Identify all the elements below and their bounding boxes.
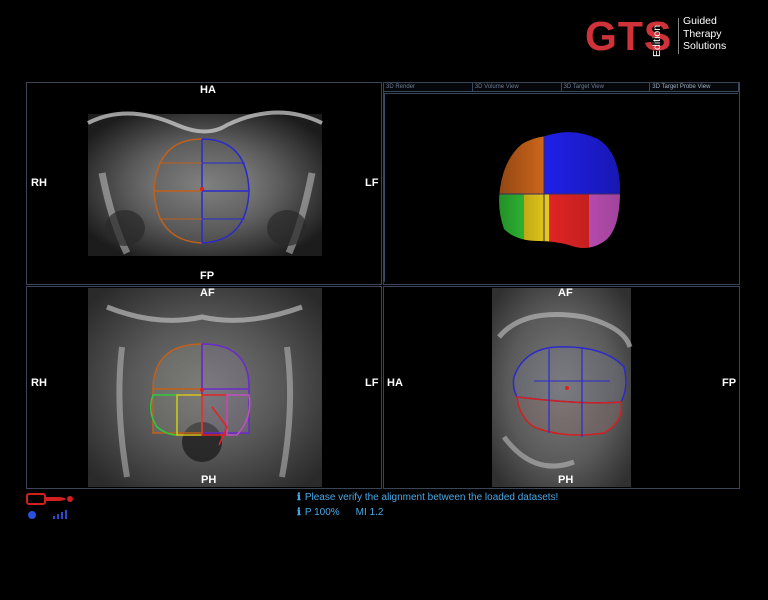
orientation-top: AF — [200, 287, 215, 299]
alignment-message-text: Please verify the alignment between the … — [304, 492, 559, 503]
sagittal-mri-image — [492, 288, 633, 487]
logo-line-3: Solutions — [683, 40, 727, 52]
orientation-bottom: PH — [201, 474, 217, 486]
orientation-right: LF — [365, 377, 379, 389]
power-value: P 100% — [304, 507, 340, 518]
logo-edition: Edition — [651, 24, 663, 57]
axial-mri-image — [88, 288, 322, 487]
status-bar: ℹ Please verify the alignment between the… — [26, 488, 738, 528]
render-3d-panel[interactable]: 3D Render 3D Volume View 3D Target View … — [383, 82, 740, 285]
logo-divider — [678, 18, 679, 54]
orientation-left: RH — [31, 377, 47, 389]
logo-subtitle: Guided Therapy Solutions — [683, 15, 726, 53]
mechanical-index-value: MI 1.2 — [355, 507, 384, 518]
info-icon: ℹ — [297, 507, 301, 518]
info-icon: ℹ — [297, 492, 301, 503]
status-indicator-icon — [28, 511, 36, 519]
sagittal-view-panel[interactable]: AF PH HA FP — [383, 286, 740, 489]
gts-logo: GTS Edition Guided Therapy Solutions — [585, 14, 755, 58]
alignment-message: ℹ Please verify the alignment between the… — [297, 492, 558, 503]
logo-line-2: Therapy — [683, 27, 722, 40]
orientation-right: FP — [722, 377, 737, 389]
prostate-3d-model[interactable] — [384, 83, 739, 284]
orientation-top: AF — [558, 287, 573, 299]
orientation-left: RH — [31, 177, 47, 189]
ultrasound-probe-icon[interactable] — [26, 491, 76, 507]
axial-view-panel[interactable]: AF PH RH LF — [26, 286, 382, 489]
logo-line-1: Guided — [683, 15, 717, 27]
coronal-mri-image — [87, 110, 323, 256]
orientation-top: HA — [200, 84, 216, 96]
orientation-right: LF — [365, 177, 379, 189]
orientation-left: HA — [387, 377, 403, 389]
signal-strength-icon — [53, 510, 67, 519]
coronal-view-panel[interactable]: HA FP RH LF — [26, 82, 382, 285]
orientation-bottom: PH — [558, 474, 574, 486]
acoustic-output-readout: ℹP 100% MI 1.2 — [297, 507, 383, 518]
orientation-bottom: FP — [200, 270, 215, 282]
